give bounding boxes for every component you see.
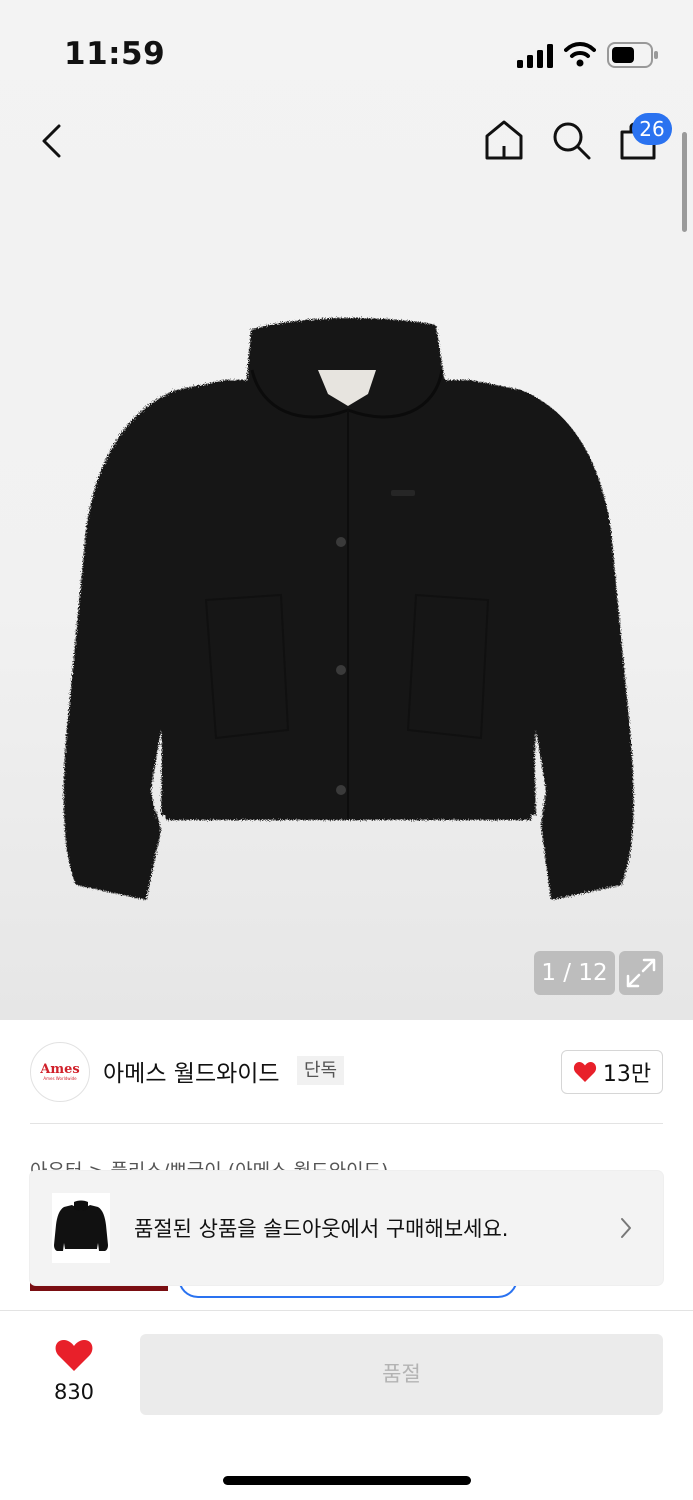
signal-icon [517,44,553,68]
soldout-buy-button[interactable]: 품절 [140,1334,663,1415]
expand-icon [626,958,656,988]
exclusive-badge: 단독 [297,1056,345,1085]
divider [30,1123,663,1124]
home-icon[interactable] [482,116,526,164]
cart-count-badge: 26 [632,113,672,145]
product-image-area[interactable]: 11:59 26 1 / 12 [0,0,693,1020]
heart-icon [573,1062,596,1082]
brand-like-count: 13만 [602,1062,652,1087]
favorite-count: 830 [53,1380,95,1404]
search-icon[interactable] [549,116,593,164]
bottom-bar-divider [0,1310,693,1311]
soldout-banner-text: 품절된 상품을 솔드아웃에서 구매해보세요. [134,1217,509,1241]
heart-icon [55,1340,93,1371]
scrollbar[interactable] [682,132,687,232]
brand-like-button[interactable]: 13만 [561,1050,663,1094]
brand-logo-subtext: Ames Worldwide [43,1075,77,1081]
brand-logo[interactable]: Ames Ames Worldwide [30,1042,90,1102]
back-button[interactable] [32,118,72,164]
brand-logo-text: Ames [40,1061,80,1077]
soldout-product-thumbnail [52,1193,110,1263]
expand-button[interactable] [619,951,663,995]
status-time: 11:59 [64,36,166,72]
chevron-right-icon [621,1218,631,1238]
soldout-banner[interactable]: 품절된 상품을 솔드아웃에서 구매해보세요. [30,1171,663,1285]
battery-icon [607,42,658,68]
brand-name-link[interactable]: 아메스 월드와이드 [103,1054,280,1088]
product-jacket-image[interactable] [56,310,641,910]
home-indicator[interactable] [223,1476,471,1485]
gallery-counter: 1 / 12 [534,951,615,995]
wifi-icon [564,42,596,67]
status-bar: 11:59 [0,0,693,100]
